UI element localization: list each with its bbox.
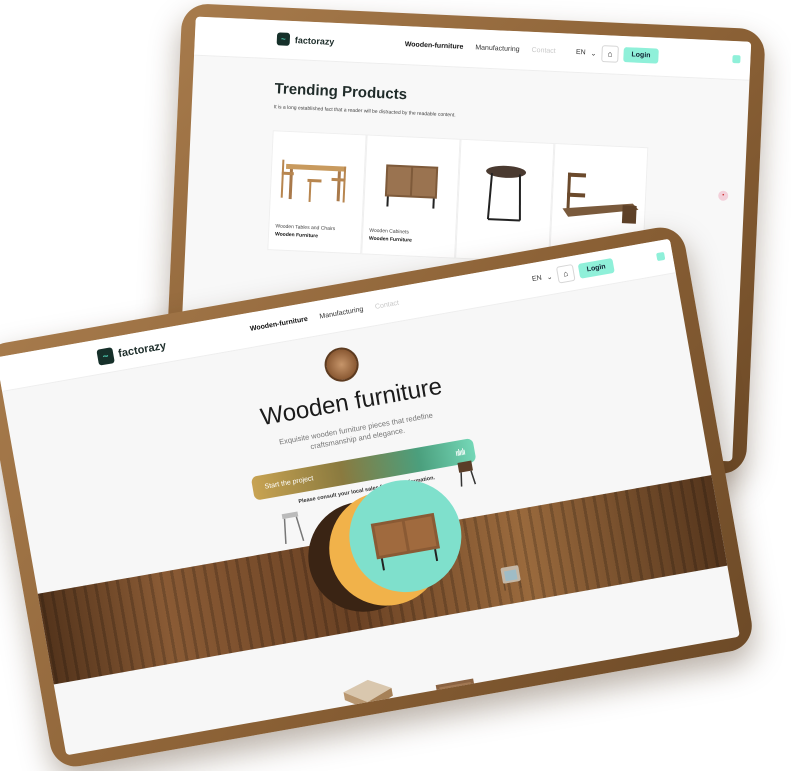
product-category: Wooden Furniture [368,235,412,244]
back-nav-right: EN ⌄ ⌂ Login [576,44,659,65]
nav-contact[interactable]: Contact [531,47,555,55]
product-category: Wooden Furniture [274,231,319,240]
nav-contact[interactable]: Contact [375,300,400,311]
menu-toggle-icon[interactable] [656,251,666,262]
section-subtitle: It is a long established fact that a rea… [273,104,456,119]
section-title: Trending Products [274,80,408,104]
nav-manufacturing[interactable]: Manufacturing [475,44,520,53]
nav-wooden-furniture[interactable]: Wooden-furniture [405,41,464,51]
logo-text: factorazy [294,34,335,47]
cabinet-image [370,512,440,571]
table-chairs-image [280,159,347,203]
wood-badge-icon [321,344,362,385]
side-table-image [486,165,527,222]
front-nav-right: EN ⌄ ⌂ Login [531,257,615,288]
armchair-image [343,679,393,711]
bar-stool-image [281,511,305,545]
front-screen: ~ factorazy Wooden-furniture Manufacturi… [0,238,740,756]
desk-image [562,172,639,224]
back-menu: Wooden-furniture Manufacturing Contact [405,41,556,55]
back-logo[interactable]: ~ factorazy [276,32,335,48]
chair-image [457,460,477,487]
login-button[interactable]: Login [623,47,659,64]
chat-icon[interactable]: • [718,190,729,201]
lounge-chair-image [500,565,522,591]
product-showcase [296,465,480,641]
logo-icon: ~ [96,347,115,366]
product-name: Wooden Cabinets [369,227,410,236]
drawer-cabinet-image [435,678,478,721]
soundwave-icon: ıılıılı [454,446,466,459]
cta-label: Start the project [264,474,314,491]
front-tablet: ~ factorazy Wooden-furniture Manufacturi… [0,223,756,771]
product-card[interactable]: Wooden Tables and Chairs Wooden Furnitur… [267,130,367,255]
chevron-down-icon: ⌄ [590,50,597,58]
cabinet-image [384,164,439,209]
cart-icon[interactable]: ⌂ [601,45,619,63]
nav-manufacturing[interactable]: Manufacturing [319,306,364,321]
teal-disc [340,471,471,601]
product-card[interactable] [455,138,555,263]
front-menu: Wooden-furniture Manufacturing Contact [250,300,400,333]
product-name: Wooden Tables and Chairs [275,223,336,233]
nav-wooden-furniture[interactable]: Wooden-furniture [250,316,309,333]
cart-icon[interactable]: ⌂ [555,263,576,284]
language-select[interactable]: EN [531,275,542,284]
back-navbar: ~ factorazy Wooden-furniture Manufacturi… [194,16,752,81]
product-card[interactable]: Wooden Cabinets Wooden Furniture [361,134,461,259]
logo-text: factorazy [117,339,168,361]
chevron-down-icon: ⌄ [546,273,554,282]
login-button[interactable]: Login [577,257,615,279]
logo-icon: ~ [276,32,291,46]
menu-toggle-icon[interactable] [732,54,741,64]
front-logo[interactable]: ~ factorazy [96,338,167,366]
language-select[interactable]: EN [576,49,586,56]
